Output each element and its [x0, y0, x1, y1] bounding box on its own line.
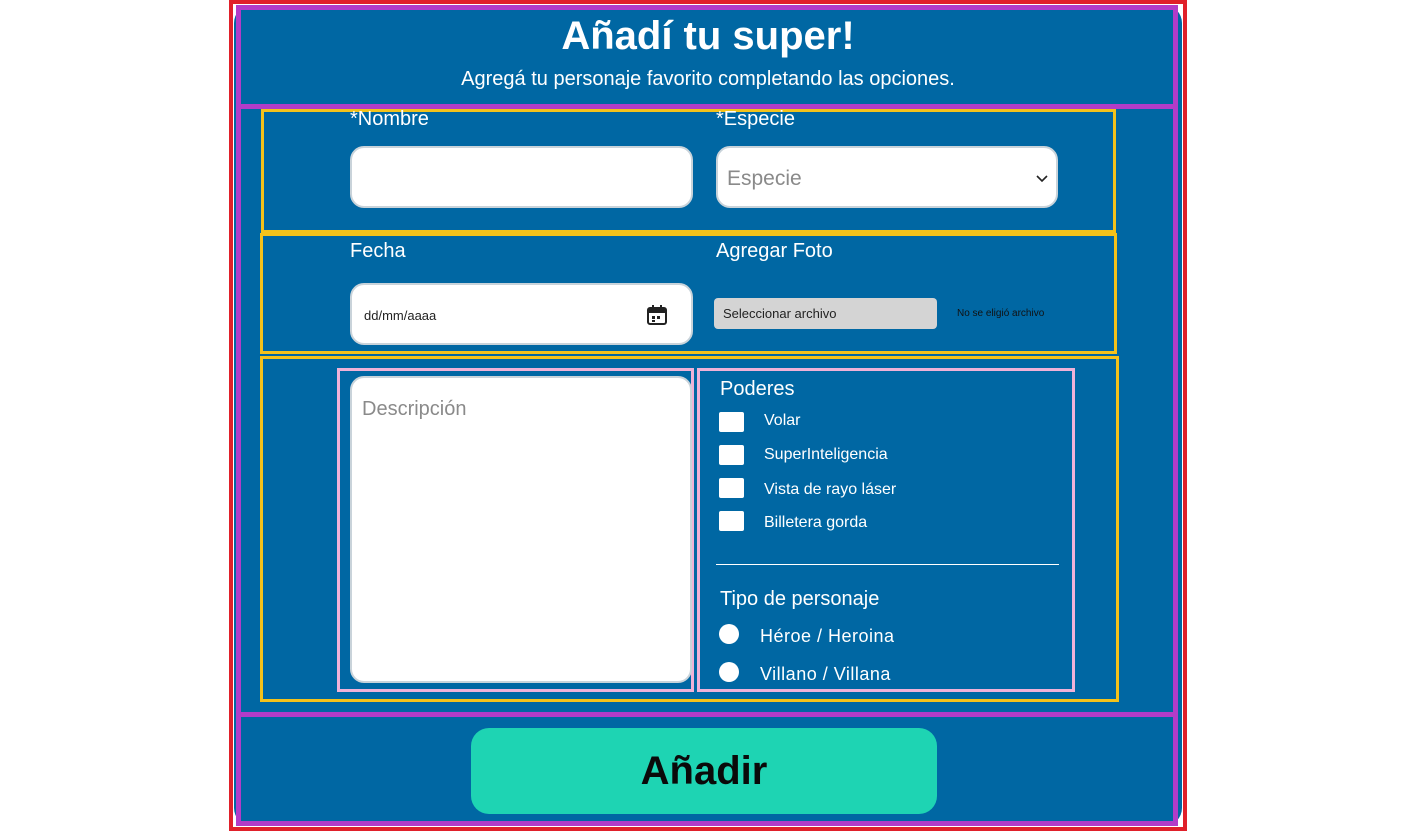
checkbox-volar[interactable] — [719, 412, 744, 432]
checkbox-vista-laser-label: Vista de rayo láser — [764, 481, 897, 498]
poderes-label: Poderes — [720, 378, 795, 400]
page-subtitle: Agregá tu personaje favorito completando… — [461, 68, 955, 90]
descripcion-placeholder: Descripción — [362, 398, 467, 420]
radio-heroe[interactable] — [719, 624, 739, 644]
checkbox-vista-laser[interactable] — [719, 478, 744, 498]
add-button[interactable]: Añadir — [471, 728, 937, 814]
fecha-label: Fecha — [350, 240, 406, 262]
especie-selected-value: Especie — [727, 167, 802, 190]
choose-file-label: Seleccionar archivo — [723, 306, 837, 321]
file-status: No se eligió archivo — [957, 308, 1045, 319]
options-divider — [716, 564, 1059, 565]
fecha-placeholder: dd/mm/aaaa — [364, 308, 437, 323]
especie-select[interactable]: Especie — [716, 146, 1058, 208]
fecha-input[interactable]: dd/mm/aaaa — [350, 283, 693, 345]
descripcion-textarea[interactable]: Descripción — [350, 376, 692, 683]
checkbox-superinteligencia[interactable] — [719, 445, 744, 465]
tipo-label: Tipo de personaje — [720, 588, 880, 610]
radio-villano-label: Villano / Villana — [760, 664, 891, 684]
checkbox-superinteligencia-label: SuperInteligencia — [764, 446, 888, 463]
checkbox-volar-label: Volar — [764, 412, 801, 429]
chevron-down-icon — [1036, 175, 1048, 183]
checkbox-billetera-gorda[interactable] — [719, 511, 744, 531]
calendar-icon[interactable] — [646, 304, 668, 326]
checkbox-billetera-gorda-label: Billetera gorda — [764, 514, 868, 531]
radio-heroe-label: Héroe / Heroina — [760, 626, 895, 646]
nombre-input[interactable] — [350, 146, 693, 208]
page-title: Añadí tu super! — [561, 14, 855, 58]
radio-villano[interactable] — [719, 662, 739, 682]
nombre-label: *Nombre — [350, 108, 429, 130]
foto-label: Agregar Foto — [716, 240, 833, 262]
especie-label: *Especie — [716, 108, 795, 130]
choose-file-button[interactable]: Seleccionar archivo — [714, 298, 937, 329]
